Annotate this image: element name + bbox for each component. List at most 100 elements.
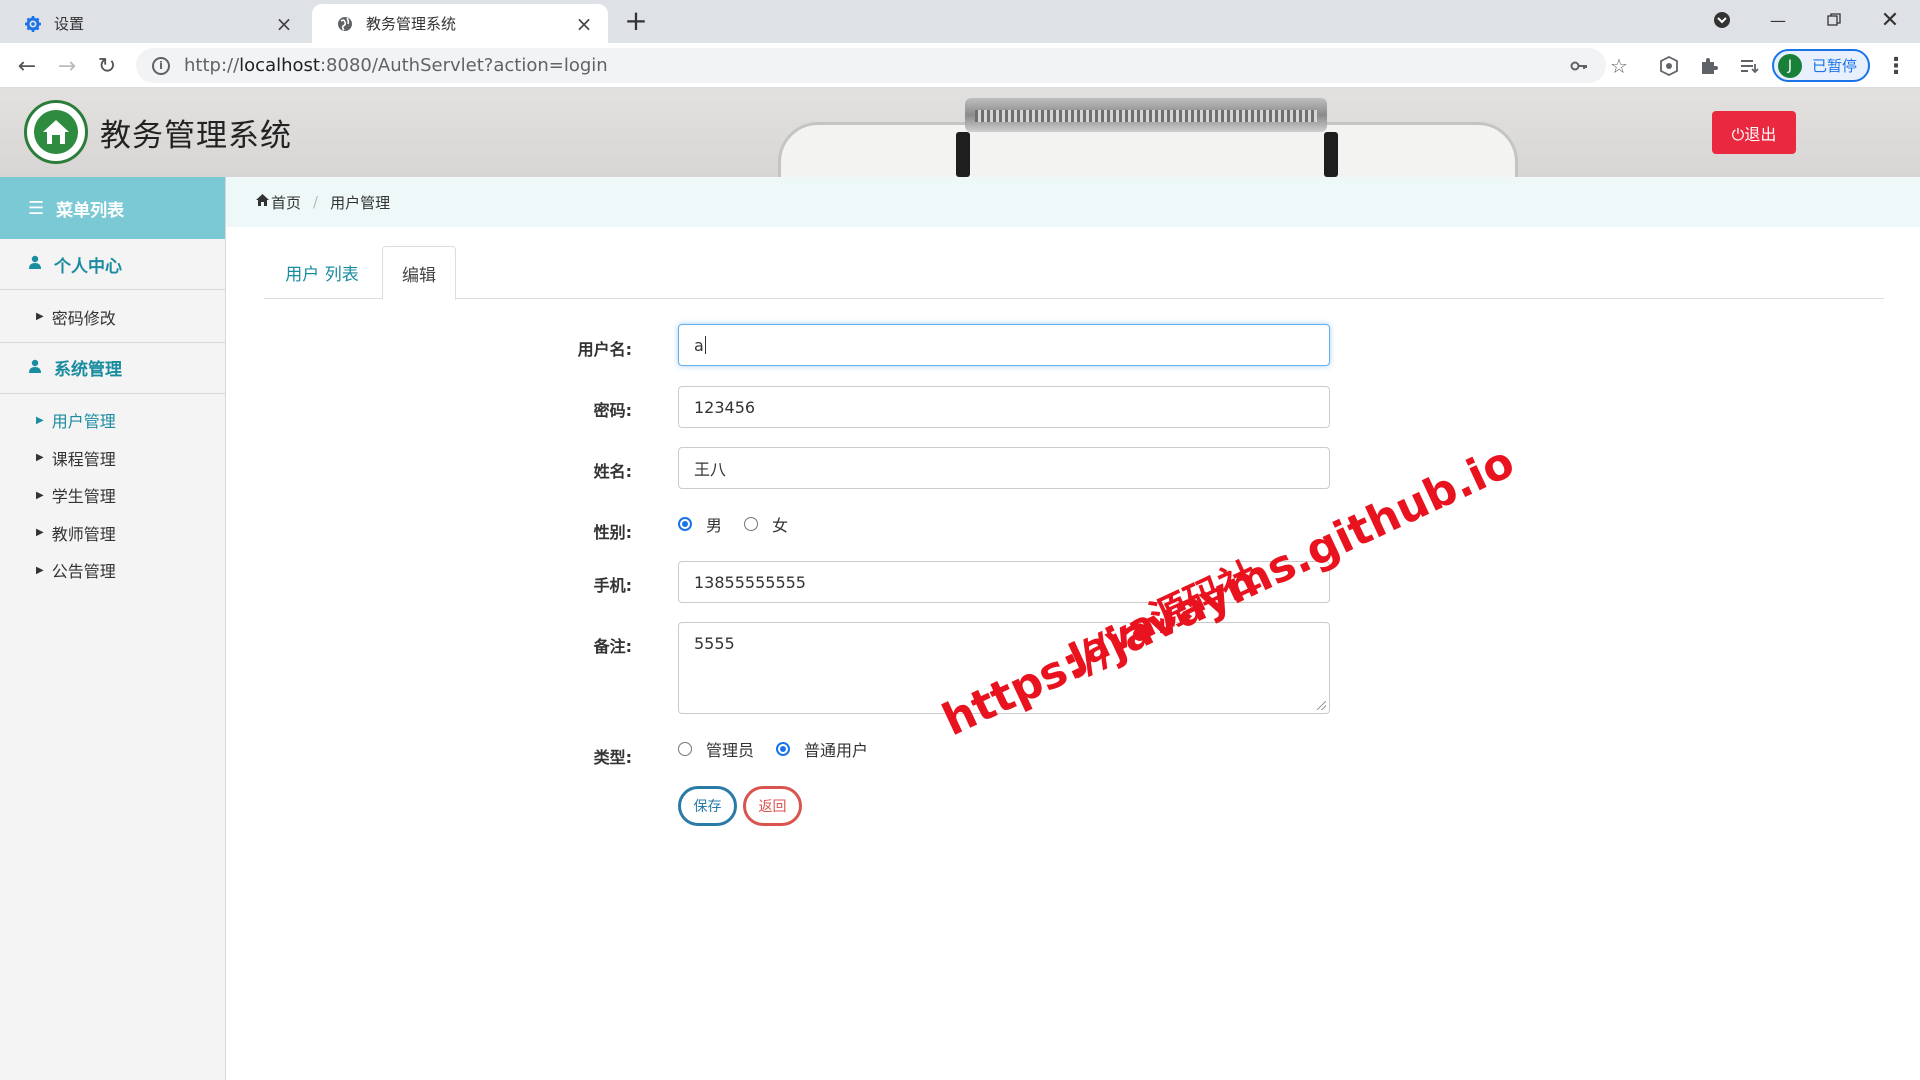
- sidebar: ☰ 菜单列表 个人中心 ▶ 密码修改 系统管理 ▶ 用户管理 ▶ 课程管理 ▶ …: [0, 177, 226, 1080]
- gear-icon: [24, 15, 42, 33]
- tab-search-icon[interactable]: [1694, 0, 1750, 40]
- app-title: 教务管理系统: [100, 118, 292, 154]
- phone-value: 13855555555: [694, 572, 806, 592]
- logout-button[interactable]: ⏻退出: [1712, 111, 1796, 154]
- school-logo: [24, 100, 88, 164]
- sidebar-sublist-personal: ▶ 密码修改: [0, 290, 225, 343]
- gender-radio-group: 男 女: [678, 512, 810, 536]
- url-input[interactable]: i http://localhost:8080/AuthServlet?acti…: [136, 48, 1606, 83]
- url-host: localhost: [239, 55, 320, 76]
- name-field[interactable]: 王八: [678, 447, 1330, 489]
- tab-title: 设置: [54, 15, 85, 33]
- breadcrumb-home[interactable]: 首页: [271, 192, 301, 213]
- back-button[interactable]: 返回: [743, 786, 802, 826]
- breadcrumb-separator: /: [313, 193, 319, 211]
- user-icon: [28, 255, 42, 273]
- more-menu-icon[interactable]: ⋮: [1884, 53, 1908, 79]
- sidebar-item-label: 密码修改: [51, 308, 116, 328]
- type-user-radio[interactable]: [776, 742, 791, 756]
- profile-status: 已暂停: [1812, 57, 1858, 75]
- browser-tab-app[interactable]: 教务管理系统 ×: [312, 4, 608, 43]
- caret-right-icon: ▶: [36, 564, 44, 576]
- type-option-label: 普通用户: [804, 741, 869, 760]
- remark-value: 5555: [694, 634, 735, 653]
- sidebar-group-system[interactable]: 系统管理: [0, 343, 225, 394]
- new-tab-button[interactable]: +: [622, 6, 650, 36]
- caret-right-icon: ▶: [36, 527, 44, 539]
- sidebar-item-teachers[interactable]: ▶ 教师管理: [0, 514, 225, 552]
- username-label: 用户名:: [577, 340, 632, 359]
- password-field[interactable]: 123456: [678, 386, 1330, 428]
- sidebar-item-label: 学生管理: [51, 487, 116, 507]
- sidebar-item-label: 公告管理: [51, 562, 116, 582]
- user-icon: [28, 359, 42, 377]
- forward-icon[interactable]: →: [52, 51, 82, 81]
- sidebar-item-label: 教师管理: [51, 524, 116, 544]
- caret-right-icon: ▶: [36, 311, 44, 323]
- profile-button[interactable]: J 已暂停: [1772, 49, 1870, 82]
- gender-male-radio[interactable]: [678, 517, 692, 531]
- gender-label: 性别:: [593, 523, 632, 542]
- back-icon[interactable]: ←: [12, 51, 42, 81]
- url-scheme: http://: [184, 55, 240, 76]
- breadcrumb: 首页 / 用户管理: [226, 177, 1920, 227]
- password-value: 123456: [694, 397, 756, 417]
- text-cursor: [704, 336, 706, 354]
- gender-option-label: 男: [706, 516, 723, 535]
- sidebar-item-password[interactable]: ▶ 密码修改: [0, 298, 225, 336]
- save-button[interactable]: 保存: [678, 786, 737, 826]
- sidebar-item-label: 用户管理: [51, 412, 116, 432]
- username-field[interactable]: a: [678, 324, 1330, 366]
- restore-icon[interactable]: [1806, 0, 1862, 40]
- globe-icon: [336, 15, 354, 33]
- close-icon[interactable]: ×: [274, 12, 294, 36]
- phone-label: 手机:: [593, 576, 632, 595]
- reading-list-icon[interactable]: [1736, 53, 1762, 79]
- browser-tab-settings[interactable]: 设置 ×: [0, 4, 308, 43]
- star-icon[interactable]: ☆: [1606, 53, 1632, 79]
- key-icon[interactable]: [1566, 53, 1592, 79]
- type-admin-radio[interactable]: [678, 742, 692, 756]
- resize-handle-icon[interactable]: [1317, 701, 1326, 710]
- sidebar-item-label: 课程管理: [51, 449, 116, 469]
- type-option-label: 管理员: [706, 741, 755, 760]
- app-header: 教务管理系统 ⏻退出: [0, 88, 1920, 177]
- caret-right-icon: ▶: [36, 489, 44, 501]
- name-label: 姓名:: [593, 462, 632, 481]
- gender-option-label: 女: [772, 516, 789, 535]
- username-value: a: [694, 335, 704, 355]
- tab-edit[interactable]: 编辑: [382, 246, 456, 300]
- sidebar-item-users[interactable]: ▶ 用户管理: [0, 402, 225, 440]
- sidebar-group-label: 系统管理: [54, 360, 122, 380]
- sidebar-item-notices[interactable]: ▶ 公告管理: [0, 552, 225, 590]
- list-icon: ☰: [28, 197, 45, 219]
- close-icon[interactable]: ×: [574, 12, 594, 36]
- sidebar-group-label: 个人中心: [54, 256, 122, 277]
- menu-title: 菜单列表: [56, 200, 125, 221]
- sidebar-group-personal[interactable]: 个人中心: [0, 239, 225, 290]
- content-tabs: 用户 列表 编辑: [264, 246, 1884, 300]
- name-value: 王八: [694, 460, 727, 479]
- close-window-icon[interactable]: ✕: [1862, 0, 1918, 40]
- password-label: 密码:: [593, 401, 632, 420]
- sidebar-sublist-system: ▶ 用户管理 ▶ 课程管理 ▶ 学生管理 ▶ 教师管理 ▶ 公告管理: [0, 394, 225, 596]
- puzzle-icon[interactable]: [1696, 53, 1722, 79]
- tab-user-list[interactable]: 用户 列表: [264, 246, 380, 299]
- info-icon[interactable]: i: [152, 56, 170, 75]
- sidebar-item-courses[interactable]: ▶ 课程管理: [0, 439, 225, 477]
- caret-right-icon: ▶: [36, 414, 44, 426]
- type-radio-group: 管理员 普通用户: [678, 737, 890, 761]
- avatar: J: [1778, 53, 1802, 78]
- caret-right-icon: ▶: [36, 452, 44, 464]
- breadcrumb-current: 用户管理: [330, 193, 391, 212]
- url-rest: :8080/AuthServlet?action=login: [319, 55, 608, 76]
- reload-icon[interactable]: ↻: [92, 51, 122, 81]
- minimize-icon[interactable]: —: [1750, 0, 1806, 40]
- gender-female-radio[interactable]: [744, 517, 759, 531]
- tab-title: 教务管理系统: [366, 15, 457, 33]
- extension-shield-icon[interactable]: [1656, 53, 1682, 79]
- sidebar-item-students[interactable]: ▶ 学生管理: [0, 477, 225, 515]
- type-label: 类型:: [593, 748, 632, 767]
- browser-tab-bar: 设置 × 教务管理系统 × + — ✕: [0, 0, 1920, 43]
- address-toolbar: ← → ↻ i http://localhost:8080/AuthServle…: [0, 43, 1920, 88]
